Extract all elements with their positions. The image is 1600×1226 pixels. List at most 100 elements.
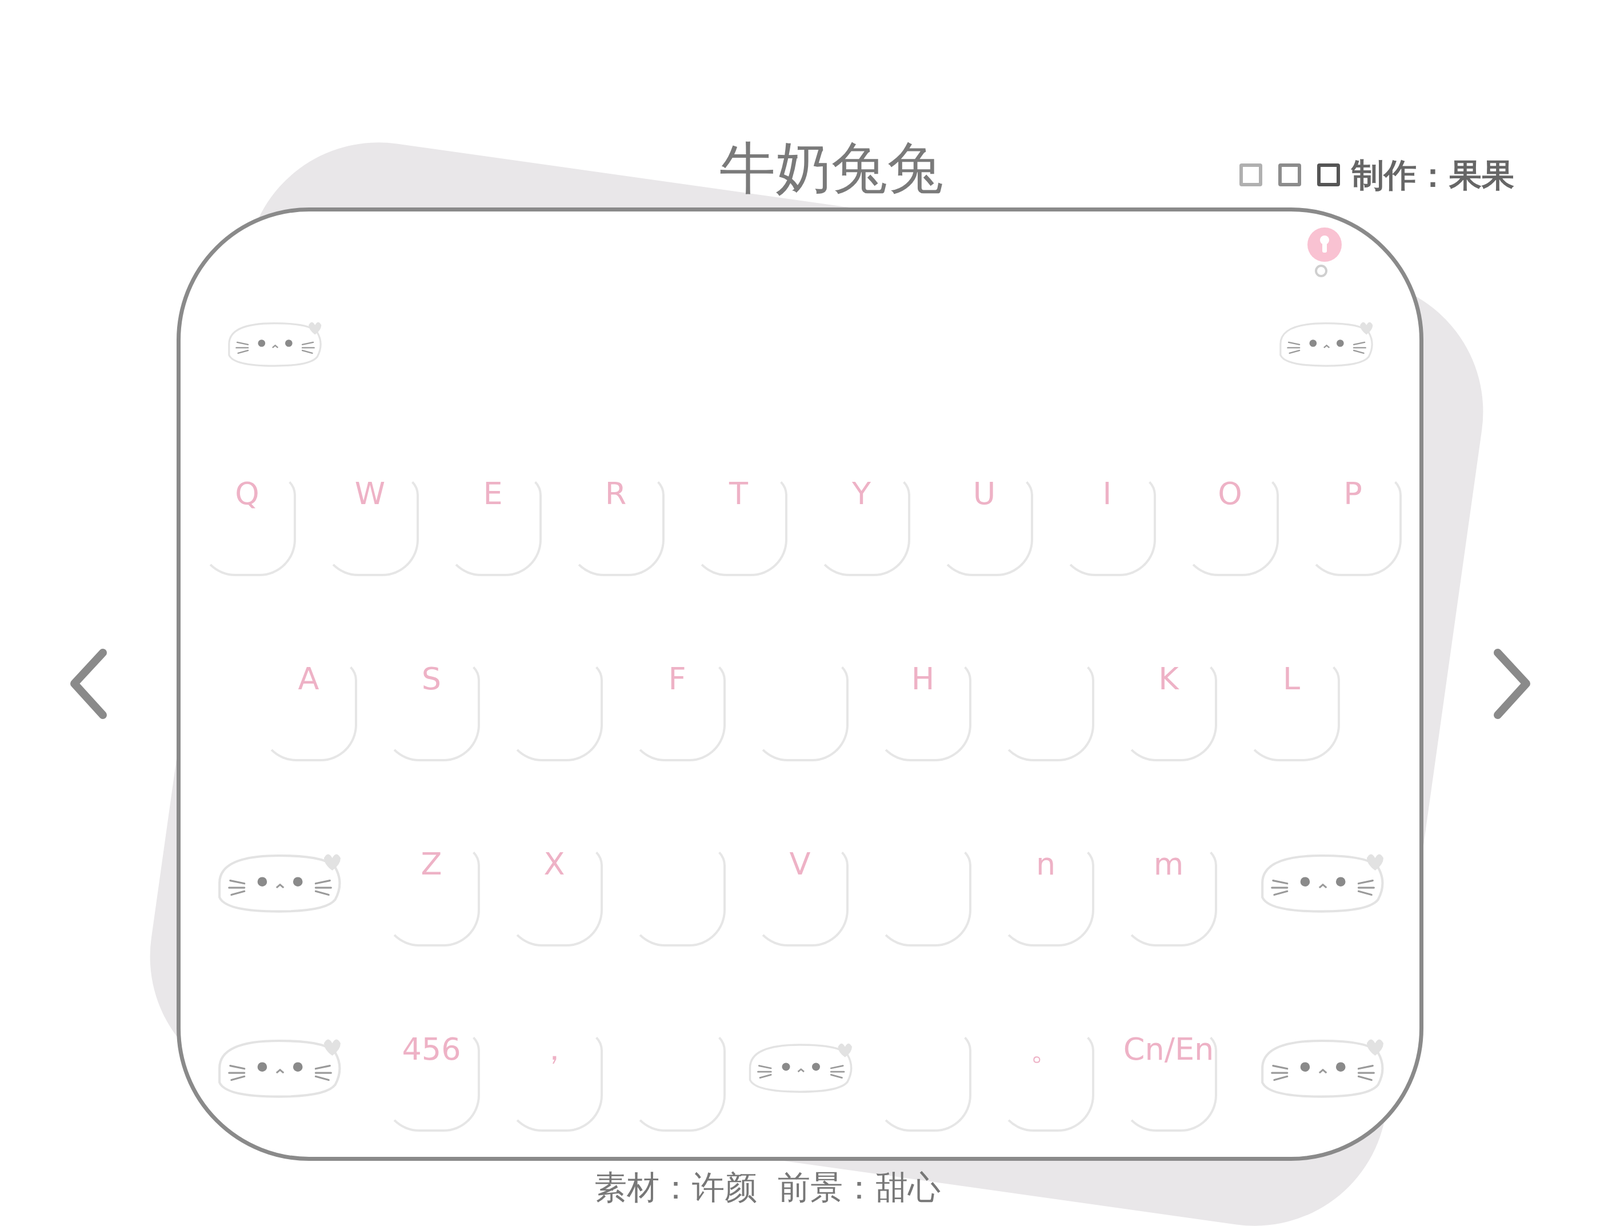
key-label: Y — [852, 475, 871, 513]
key[interactable]: Cn/En — [1107, 971, 1231, 1157]
key-cap — [628, 1030, 726, 1132]
key-row: ASFHKL — [180, 601, 1420, 787]
cat-face-icon — [220, 311, 329, 371]
cat-face-icon — [1250, 840, 1394, 918]
key-row: 456 ， 。 Cn/En — [180, 971, 1420, 1157]
key-label: m — [1153, 845, 1184, 883]
key-cap: F — [628, 660, 726, 762]
header: 牛奶兔兔 制作：果果 — [0, 134, 1600, 203]
key-cap — [874, 1030, 972, 1132]
key-cap: P — [1304, 475, 1402, 576]
key[interactable]: m — [1107, 786, 1231, 972]
key[interactable]: U — [922, 416, 1046, 602]
key-cap: Cn/En — [1120, 1030, 1218, 1132]
key[interactable]: P — [1291, 416, 1415, 602]
key[interactable]: R — [554, 416, 678, 602]
key-label: W — [354, 475, 386, 513]
blank-key[interactable] — [616, 971, 739, 1157]
cat-button[interactable] — [217, 311, 332, 371]
key[interactable]: X — [493, 786, 616, 972]
blank-key[interactable] — [984, 601, 1108, 787]
key-cap: Z — [382, 845, 480, 947]
key[interactable]: I — [1045, 416, 1169, 602]
key-label: I — [1102, 475, 1112, 513]
cat-face-icon — [1250, 1025, 1394, 1103]
key[interactable]: A — [247, 601, 371, 787]
cat-key[interactable] — [1230, 786, 1414, 972]
cat-key[interactable] — [1230, 971, 1414, 1157]
cat-face-icon — [740, 1031, 860, 1097]
key-cap: 。 — [997, 1030, 1095, 1132]
key-row: QWERTYUIOP — [180, 416, 1420, 602]
key-label: 。 — [1030, 1030, 1062, 1068]
key-label: A — [298, 660, 320, 698]
key-label: R — [605, 475, 627, 513]
key[interactable]: L — [1230, 601, 1354, 787]
key[interactable]: ， — [493, 971, 616, 1157]
key-cap: X — [505, 845, 603, 947]
blank-key[interactable] — [738, 601, 862, 787]
cat-key[interactable] — [187, 786, 371, 972]
cat-button[interactable] — [1268, 311, 1383, 371]
key[interactable]: K — [1107, 601, 1231, 787]
skin-title: 牛奶兔兔 — [656, 134, 944, 203]
key[interactable]: S — [370, 601, 494, 787]
key-label: n — [1036, 845, 1056, 883]
key-label: P — [1343, 475, 1363, 513]
key-cap: H — [874, 660, 972, 762]
key[interactable]: Q — [185, 416, 309, 602]
key-label: V — [789, 845, 811, 883]
key-cap — [505, 660, 603, 762]
key[interactable]: Z — [370, 786, 494, 972]
key-cap: n — [997, 845, 1095, 947]
blank-key[interactable] — [861, 971, 985, 1157]
key-label: ， — [538, 1030, 570, 1068]
key-cap: V — [751, 845, 849, 947]
key-label: L — [1282, 660, 1300, 698]
skin-preview-page: 牛奶兔兔 制作：果果 Q W E R T Y U I O P A S F H K L Z X Vn m 456 ， 。 Cn/… — [0, 0, 1600, 1226]
key[interactable]: F — [616, 601, 739, 787]
key-label: H — [911, 660, 935, 698]
key[interactable]: E — [431, 416, 555, 602]
key[interactable]: V — [738, 786, 862, 972]
square-icon — [1317, 163, 1340, 187]
key-cap: W — [321, 475, 419, 576]
key[interactable]: T — [677, 416, 800, 602]
keyboard-stage: Q W E R T Y U I O P A S F H K L Z X Vn m 456 ， 。 Cn/En — [176, 207, 1424, 1161]
key-label: O — [1217, 475, 1243, 513]
key[interactable]: Y — [800, 416, 923, 602]
key-label: U — [973, 475, 996, 513]
key[interactable]: 456 — [370, 971, 494, 1157]
key-cap: L — [1242, 660, 1340, 762]
key-cap: ， — [505, 1030, 603, 1132]
key-label: T — [729, 475, 748, 513]
key[interactable]: n — [984, 786, 1108, 972]
key[interactable]: H — [861, 601, 985, 787]
chevron-left-icon[interactable] — [68, 648, 109, 720]
key-cap: Y — [813, 475, 911, 576]
footer-credit: 素材：许颜 前景：甜心 — [0, 1167, 1600, 1207]
pin-icon[interactable] — [1304, 224, 1346, 279]
key-label: X — [544, 845, 566, 883]
key-label: Z — [421, 845, 443, 883]
preview-area: Q W E R T Y U I O P A S F H K L Z X Vn m 456 ， 。 Cn/En — [0, 207, 1600, 1161]
key-label: Cn/En — [1123, 1030, 1214, 1068]
blank-key[interactable] — [493, 601, 616, 787]
space-key[interactable] — [738, 971, 862, 1157]
key-row: Z X Vn m — [180, 786, 1420, 972]
key-cap: A — [260, 660, 358, 762]
key-label: E — [482, 475, 503, 513]
key[interactable]: W — [308, 416, 432, 602]
blank-key[interactable] — [616, 786, 739, 972]
key[interactable]: O — [1168, 416, 1292, 602]
key-cap: K — [1120, 660, 1218, 762]
cat-face-icon — [207, 1025, 351, 1103]
cat-key[interactable] — [187, 971, 371, 1157]
key-cap: U — [936, 475, 1034, 576]
keyboard-toolbar — [180, 211, 1420, 416]
key-cap: m — [1120, 845, 1218, 947]
key[interactable]: 。 — [984, 971, 1108, 1157]
blank-key[interactable] — [861, 786, 985, 972]
chevron-right-icon[interactable] — [1492, 648, 1532, 720]
credit-text: 制作：果果 — [1351, 155, 1515, 195]
